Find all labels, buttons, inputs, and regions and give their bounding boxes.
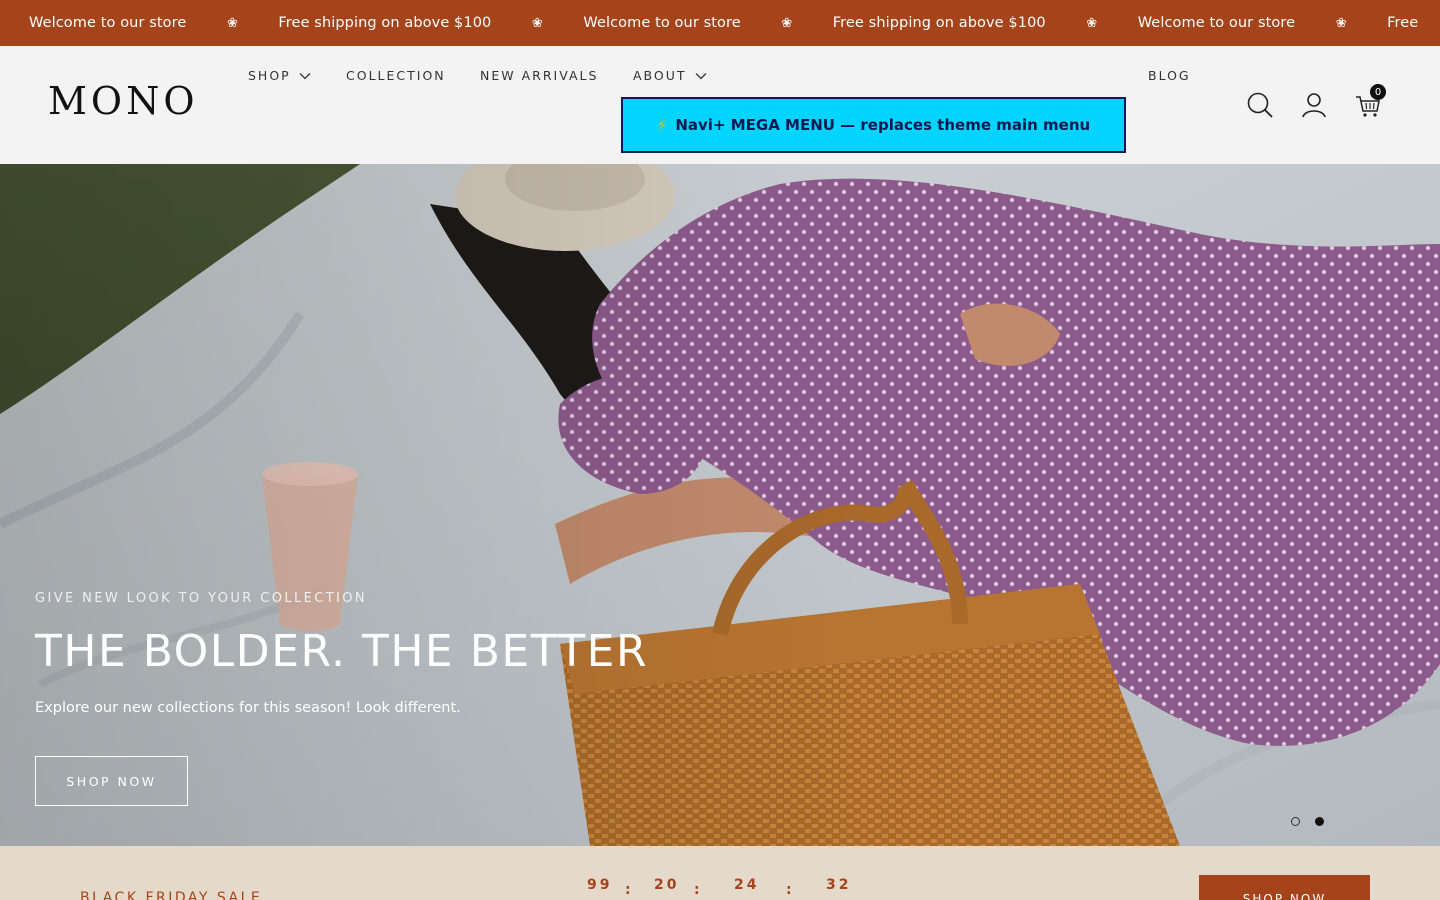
flower-icon: ❀ — [781, 15, 793, 31]
announcement-track: Welcome to our store ❀ Free shipping on … — [0, 0, 1418, 46]
nav-item-about[interactable]: ABOUT — [633, 68, 707, 83]
nav-item-label: BLOG — [1148, 68, 1191, 83]
nav-item-shop[interactable]: SHOP — [248, 68, 311, 83]
hero-eyebrow: GIVE NEW LOOK TO YOUR COLLECTION — [35, 591, 368, 606]
countdown-minutes: 24 — [734, 877, 760, 893]
nav-item-label: ABOUT — [633, 68, 687, 83]
nav-item-label: COLLECTION — [346, 68, 446, 83]
announcement-text: Free — [1387, 15, 1419, 31]
flower-icon: ❀ — [1086, 15, 1098, 31]
nav-item-blog[interactable]: BLOG — [1148, 68, 1191, 83]
nav-item-label: SHOP — [248, 68, 291, 83]
chevron-down-icon — [695, 72, 706, 79]
account-icon[interactable] — [1300, 91, 1328, 119]
announcement-text: Welcome to our store — [1137, 15, 1296, 31]
announcement-text: Free shipping on above $100 — [832, 15, 1046, 31]
store-logo[interactable]: MONO — [48, 82, 198, 120]
countdown-seconds: 32 — [826, 877, 852, 893]
countdown-separator: : — [694, 882, 700, 898]
chevron-down-icon — [299, 72, 311, 79]
countdown-bar: BLACK FRIDAY SALE 99 : 20 : 24 : 32 SHOP… — [0, 846, 1440, 900]
announcement-text: Welcome to our store — [583, 15, 741, 31]
flower-icon: ❀ — [531, 15, 543, 31]
nav-item-collection[interactable]: COLLECTION — [346, 68, 446, 83]
countdown-days: 99 — [587, 877, 613, 893]
hero-description: Explore our new collections for this sea… — [35, 700, 461, 716]
sale-label: BLACK FRIDAY SALE — [80, 890, 263, 900]
countdown-hours: 20 — [654, 877, 680, 893]
site-header: MONO SHOP COLLECTION NEW ARRIVALS ABOUT … — [0, 46, 1440, 164]
hero-image — [0, 164, 1440, 846]
slide-dot-2[interactable] — [1315, 817, 1324, 826]
hero-title: THE BOLDER. THE BETTER — [35, 626, 649, 677]
hero-shop-now-button[interactable]: SHOP NOW — [35, 756, 188, 806]
nav-item-new-arrivals[interactable]: NEW ARRIVALS — [480, 68, 598, 83]
nav-item-label: NEW ARRIVALS — [480, 68, 599, 83]
mega-menu-label: Navi+ MEGA MENU — replaces theme main me… — [675, 116, 1091, 134]
flower-icon: ❀ — [1335, 15, 1347, 31]
countdown-separator: : — [625, 882, 631, 898]
slide-dot-1[interactable] — [1291, 817, 1300, 826]
announcement-bar: Welcome to our store ❀ Free shipping on … — [0, 0, 1440, 46]
mega-menu-button[interactable]: ⚡ Navi+ MEGA MENU — replaces theme main … — [621, 97, 1126, 153]
announcement-text: Free shipping on above $100 — [278, 15, 492, 31]
search-icon[interactable] — [1246, 91, 1274, 119]
flower-icon: ❀ — [226, 15, 238, 31]
countdown-separator: : — [786, 882, 792, 898]
lightning-icon: ⚡ — [656, 116, 668, 134]
announcement-text: Welcome to our store — [29, 15, 187, 31]
cart-count-badge: 0 — [1370, 84, 1386, 100]
hero-slideshow: GIVE NEW LOOK TO YOUR COLLECTION THE BOL… — [0, 164, 1440, 846]
sale-shop-now-button[interactable]: SHOP NOW — [1199, 875, 1370, 900]
